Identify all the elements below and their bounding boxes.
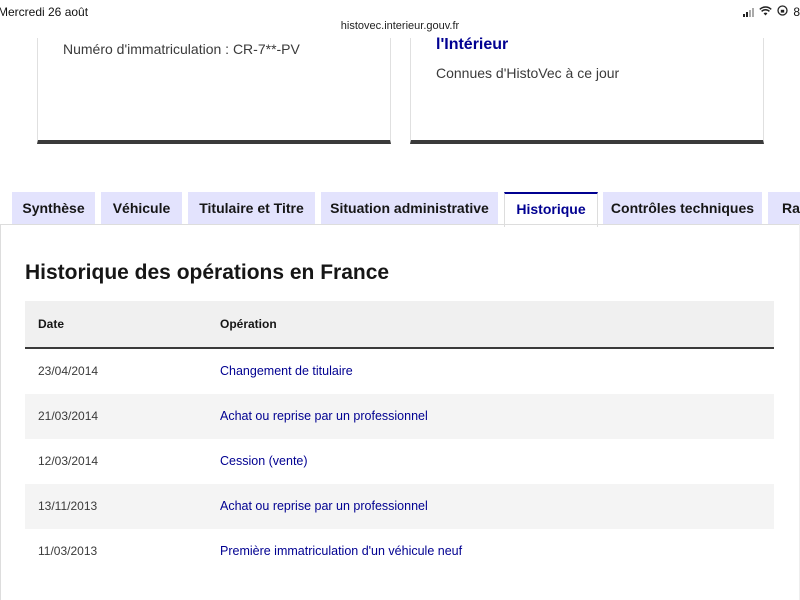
tab-list: Synthèse Véhicule Titulaire et Titre Sit… (0, 192, 800, 227)
row-date: 23/04/2014 (38, 364, 99, 378)
section-title: Historique des opérations en France (25, 261, 390, 284)
tab-situation-administrative[interactable]: Situation administrative (321, 192, 498, 224)
tab-historique[interactable]: Historique (504, 192, 598, 227)
table-header: Date Opération (25, 301, 774, 349)
tab-controles-techniques[interactable]: Contrôles techniques (603, 192, 762, 224)
row-date: 13/11/2013 (38, 499, 98, 513)
wifi-icon (759, 5, 773, 19)
tab-rapport[interactable]: Rap (768, 192, 800, 224)
url-text: histovec.interieur.gouv.fr (340, 20, 460, 32)
url-bar[interactable]: histovec.interieur.gouv.fr (0, 20, 800, 40)
table-row: 12/03/2014 Cession (vente) (25, 439, 774, 484)
row-operation: Changement de titulaire (220, 364, 353, 378)
tab-titulaire-et-titre[interactable]: Titulaire et Titre (188, 192, 315, 224)
table-row: 21/03/2014 Achat ou reprise par un profe… (25, 394, 774, 439)
registration-number-text: Numéro d'immatriculation : CR-7**-PV (63, 41, 300, 57)
row-operation: Achat ou reprise par un professionnel (220, 499, 428, 513)
tab-panel-border-left (0, 224, 1, 600)
row-date: 21/03/2014 (38, 409, 99, 423)
row-operation: Première immatriculation d'un véhicule n… (220, 544, 463, 558)
table-row: 11/03/2013 Première immatriculation d'un… (25, 529, 774, 574)
tab-panel-border (0, 224, 800, 225)
column-header-date: Date (38, 317, 65, 331)
row-date: 12/03/2014 (38, 454, 99, 468)
status-time: Mercredi 26 août (0, 5, 89, 19)
card-title: l'Intérieur (436, 36, 509, 53)
vehicle-registration-card: Numéro d'immatriculation : CR-7**-PV (37, 38, 391, 144)
column-header-operation: Opération (220, 317, 277, 331)
tab-vehicule[interactable]: Véhicule (101, 192, 182, 224)
row-operation: Achat ou reprise par un professionnel (220, 409, 428, 423)
history-source-card: l'Intérieur Connues d'HistoVec à ce jour (410, 36, 764, 144)
status-icons: 8 (743, 5, 800, 19)
battery-percentage: 8 (793, 5, 800, 19)
operations-table: Date Opération 23/04/2014 Changement de … (25, 301, 774, 574)
card-subtitle: Connues d'HistoVec à ce jour (436, 65, 620, 81)
table-row: 13/11/2013 Achat ou reprise par un profe… (25, 484, 774, 529)
cellular-signal-icon (743, 7, 755, 17)
table-row: 23/04/2014 Changement de titulaire (25, 349, 774, 394)
row-date: 11/03/2013 (38, 544, 98, 558)
row-operation: Cession (vente) (220, 454, 308, 468)
orientation-lock-icon (777, 5, 788, 19)
tab-synthese[interactable]: Synthèse (12, 192, 95, 224)
